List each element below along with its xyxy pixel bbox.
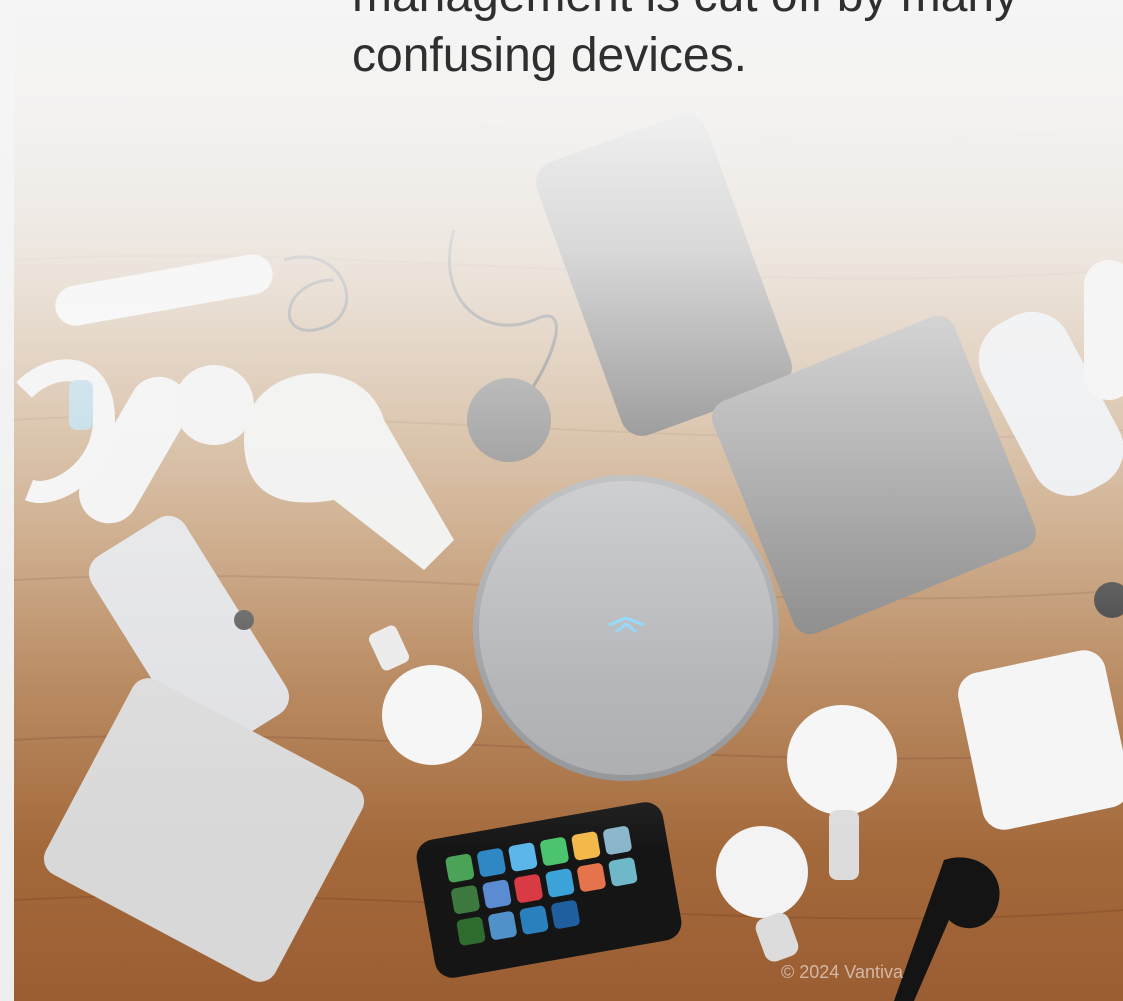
earbud-head: [174, 365, 254, 445]
light-bulb-large: [244, 373, 454, 570]
page-margin: [0, 0, 14, 1001]
white-band-right: [1084, 260, 1123, 400]
black-cap: [1094, 582, 1123, 618]
light-bulb-small: [716, 826, 808, 918]
headline-line-2: confusing devices.: [352, 29, 747, 82]
hero-section: management is cut off by many confusing …: [0, 0, 1123, 1001]
devices-photo: [14, 0, 1123, 1001]
square-hub: [958, 650, 1123, 830]
cable: [448, 229, 558, 401]
headphone-accent: [69, 380, 93, 430]
white-stick-device: [55, 254, 273, 326]
small-light-bulb: [382, 665, 482, 765]
devices-illustration: [14, 114, 1123, 1001]
tracker-device: [467, 378, 551, 462]
power-bank: [43, 678, 365, 982]
cable: [283, 255, 349, 332]
headline-line-1: management is cut off by many: [352, 0, 1018, 26]
remote-button: [234, 610, 254, 630]
light-bulb: [787, 705, 897, 815]
headline: management is cut off by many confusing …: [352, 0, 1018, 86]
black-device: [894, 857, 1000, 1001]
bulb-base: [829, 810, 859, 880]
copyright-text: © 2024 Vantiva: [781, 962, 904, 982]
